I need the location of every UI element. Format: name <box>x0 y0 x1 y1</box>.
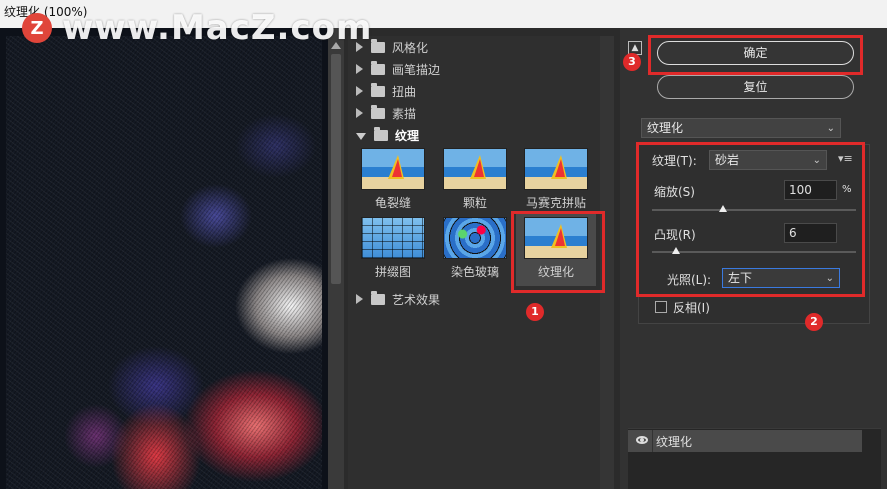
folder-icon <box>371 104 385 119</box>
effect-layer-row[interactable]: 纹理化 <box>628 430 862 452</box>
category-brush-strokes[interactable]: 画笔描边 <box>348 59 440 79</box>
expand-arrow-icon[interactable] <box>356 294 363 304</box>
chevron-down-icon: ⌄ <box>826 123 835 134</box>
category-label: 风格化 <box>392 40 429 55</box>
watermark-text: www.MacZ.com <box>62 8 373 48</box>
filter-thumbnail[interactable] <box>524 217 588 259</box>
layer-divider <box>652 430 653 452</box>
reset-button[interactable]: 复位 <box>657 75 854 99</box>
filter-preview[interactable] <box>0 28 328 489</box>
scale-input[interactable]: 100 <box>784 180 837 200</box>
filter-label: 龟裂缝 <box>374 196 411 210</box>
texture-select-value: 砂岩 <box>715 153 740 167</box>
filter-mosaic-tiles[interactable]: 马赛克拼贴 <box>516 148 596 211</box>
light-select[interactable]: 左下 ⌄ <box>722 268 840 288</box>
filter-texturizer[interactable]: 纹理化 <box>516 213 596 286</box>
filter-stained-glass[interactable]: 染色玻璃 <box>435 217 515 280</box>
annotation-badge-2: 2 <box>805 313 823 331</box>
folder-icon <box>371 38 385 53</box>
chevron-down-icon: ⌄ <box>812 155 821 166</box>
scale-unit: % <box>842 184 852 195</box>
texture-select[interactable]: 砂岩 ⌄ <box>709 150 827 170</box>
folder-icon <box>371 82 385 97</box>
filter-label: 颗粒 <box>462 196 487 210</box>
effect-layer-name: 纹理化 <box>656 435 693 449</box>
filter-label: 染色玻璃 <box>450 265 499 279</box>
watermark: Z www.MacZ.com <box>22 8 372 48</box>
preview-scrollbar[interactable] <box>328 28 344 489</box>
light-label: 光照(L): <box>667 273 712 287</box>
preview-image[interactable] <box>6 36 322 489</box>
category-artistic[interactable]: 艺术效果 <box>348 289 440 309</box>
filter-label: 纹理化 <box>537 265 574 279</box>
category-label: 扭曲 <box>392 84 417 99</box>
filter-select-value: 纹理化 <box>647 121 684 135</box>
light-select-value: 左下 <box>728 271 753 285</box>
filter-grain[interactable]: 颗粒 <box>435 148 515 211</box>
category-distort[interactable]: 扭曲 <box>348 81 416 101</box>
invert-checkbox[interactable] <box>655 301 667 313</box>
filter-label: 马赛克拼贴 <box>525 196 586 210</box>
gallery-scrollbar[interactable] <box>600 36 614 489</box>
category-texture[interactable]: 纹理 <box>348 125 419 145</box>
category-label: 艺术效果 <box>392 292 441 307</box>
scrollbar-thumb[interactable] <box>331 54 341 284</box>
ok-button[interactable]: 确定 <box>657 41 854 65</box>
invert-label: 反相(I) <box>673 301 710 315</box>
folder-icon <box>371 290 385 305</box>
scale-slider-handle[interactable] <box>719 205 728 212</box>
scale-slider[interactable] <box>652 209 856 211</box>
panel-menu-icon[interactable]: ▾≡ <box>838 152 853 165</box>
filter-select[interactable]: 纹理化 ⌄ <box>641 118 841 138</box>
expand-arrow-icon[interactable] <box>356 108 363 118</box>
category-sketch[interactable]: 素描 <box>348 103 416 123</box>
filter-patchwork[interactable]: 拼缀图 <box>353 217 433 280</box>
category-label: 纹理 <box>395 128 420 143</box>
filter-thumbnail[interactable] <box>443 148 507 190</box>
chevron-down-icon: ⌄ <box>825 273 834 284</box>
filter-thumbnail[interactable] <box>361 148 425 190</box>
filter-thumbnail[interactable] <box>524 148 588 190</box>
relief-label: 凸现(R) <box>654 228 696 242</box>
filter-thumbnail[interactable] <box>361 217 425 259</box>
folder-open-icon <box>374 126 388 141</box>
relief-input[interactable]: 6 <box>784 223 837 243</box>
collapse-arrow-icon[interactable] <box>356 133 366 140</box>
watermark-logo: Z <box>22 13 52 43</box>
folder-icon <box>371 60 385 75</box>
category-label: 画笔描边 <box>392 62 441 77</box>
annotation-badge-1: 1 <box>526 303 544 321</box>
filter-gallery: 风格化 画笔描边 扭曲 素描 纹理 龟裂缝 颗粒 马赛克拼贴 拼缀图 染色玻璃 <box>348 36 614 489</box>
relief-slider-handle[interactable] <box>672 247 681 254</box>
filter-label: 拼缀图 <box>374 265 411 279</box>
filter-thumbnail[interactable] <box>443 217 507 259</box>
scale-label: 缩放(S) <box>654 185 695 199</box>
relief-slider[interactable] <box>652 251 856 253</box>
expand-arrow-icon[interactable] <box>356 86 363 96</box>
filter-craquelure[interactable]: 龟裂缝 <box>353 148 433 211</box>
expand-arrow-icon[interactable] <box>356 64 363 74</box>
texture-label: 纹理(T): <box>652 154 697 168</box>
annotation-badge-3: 3 <box>623 53 641 71</box>
eye-icon[interactable] <box>636 436 648 444</box>
category-label: 素描 <box>392 106 417 121</box>
